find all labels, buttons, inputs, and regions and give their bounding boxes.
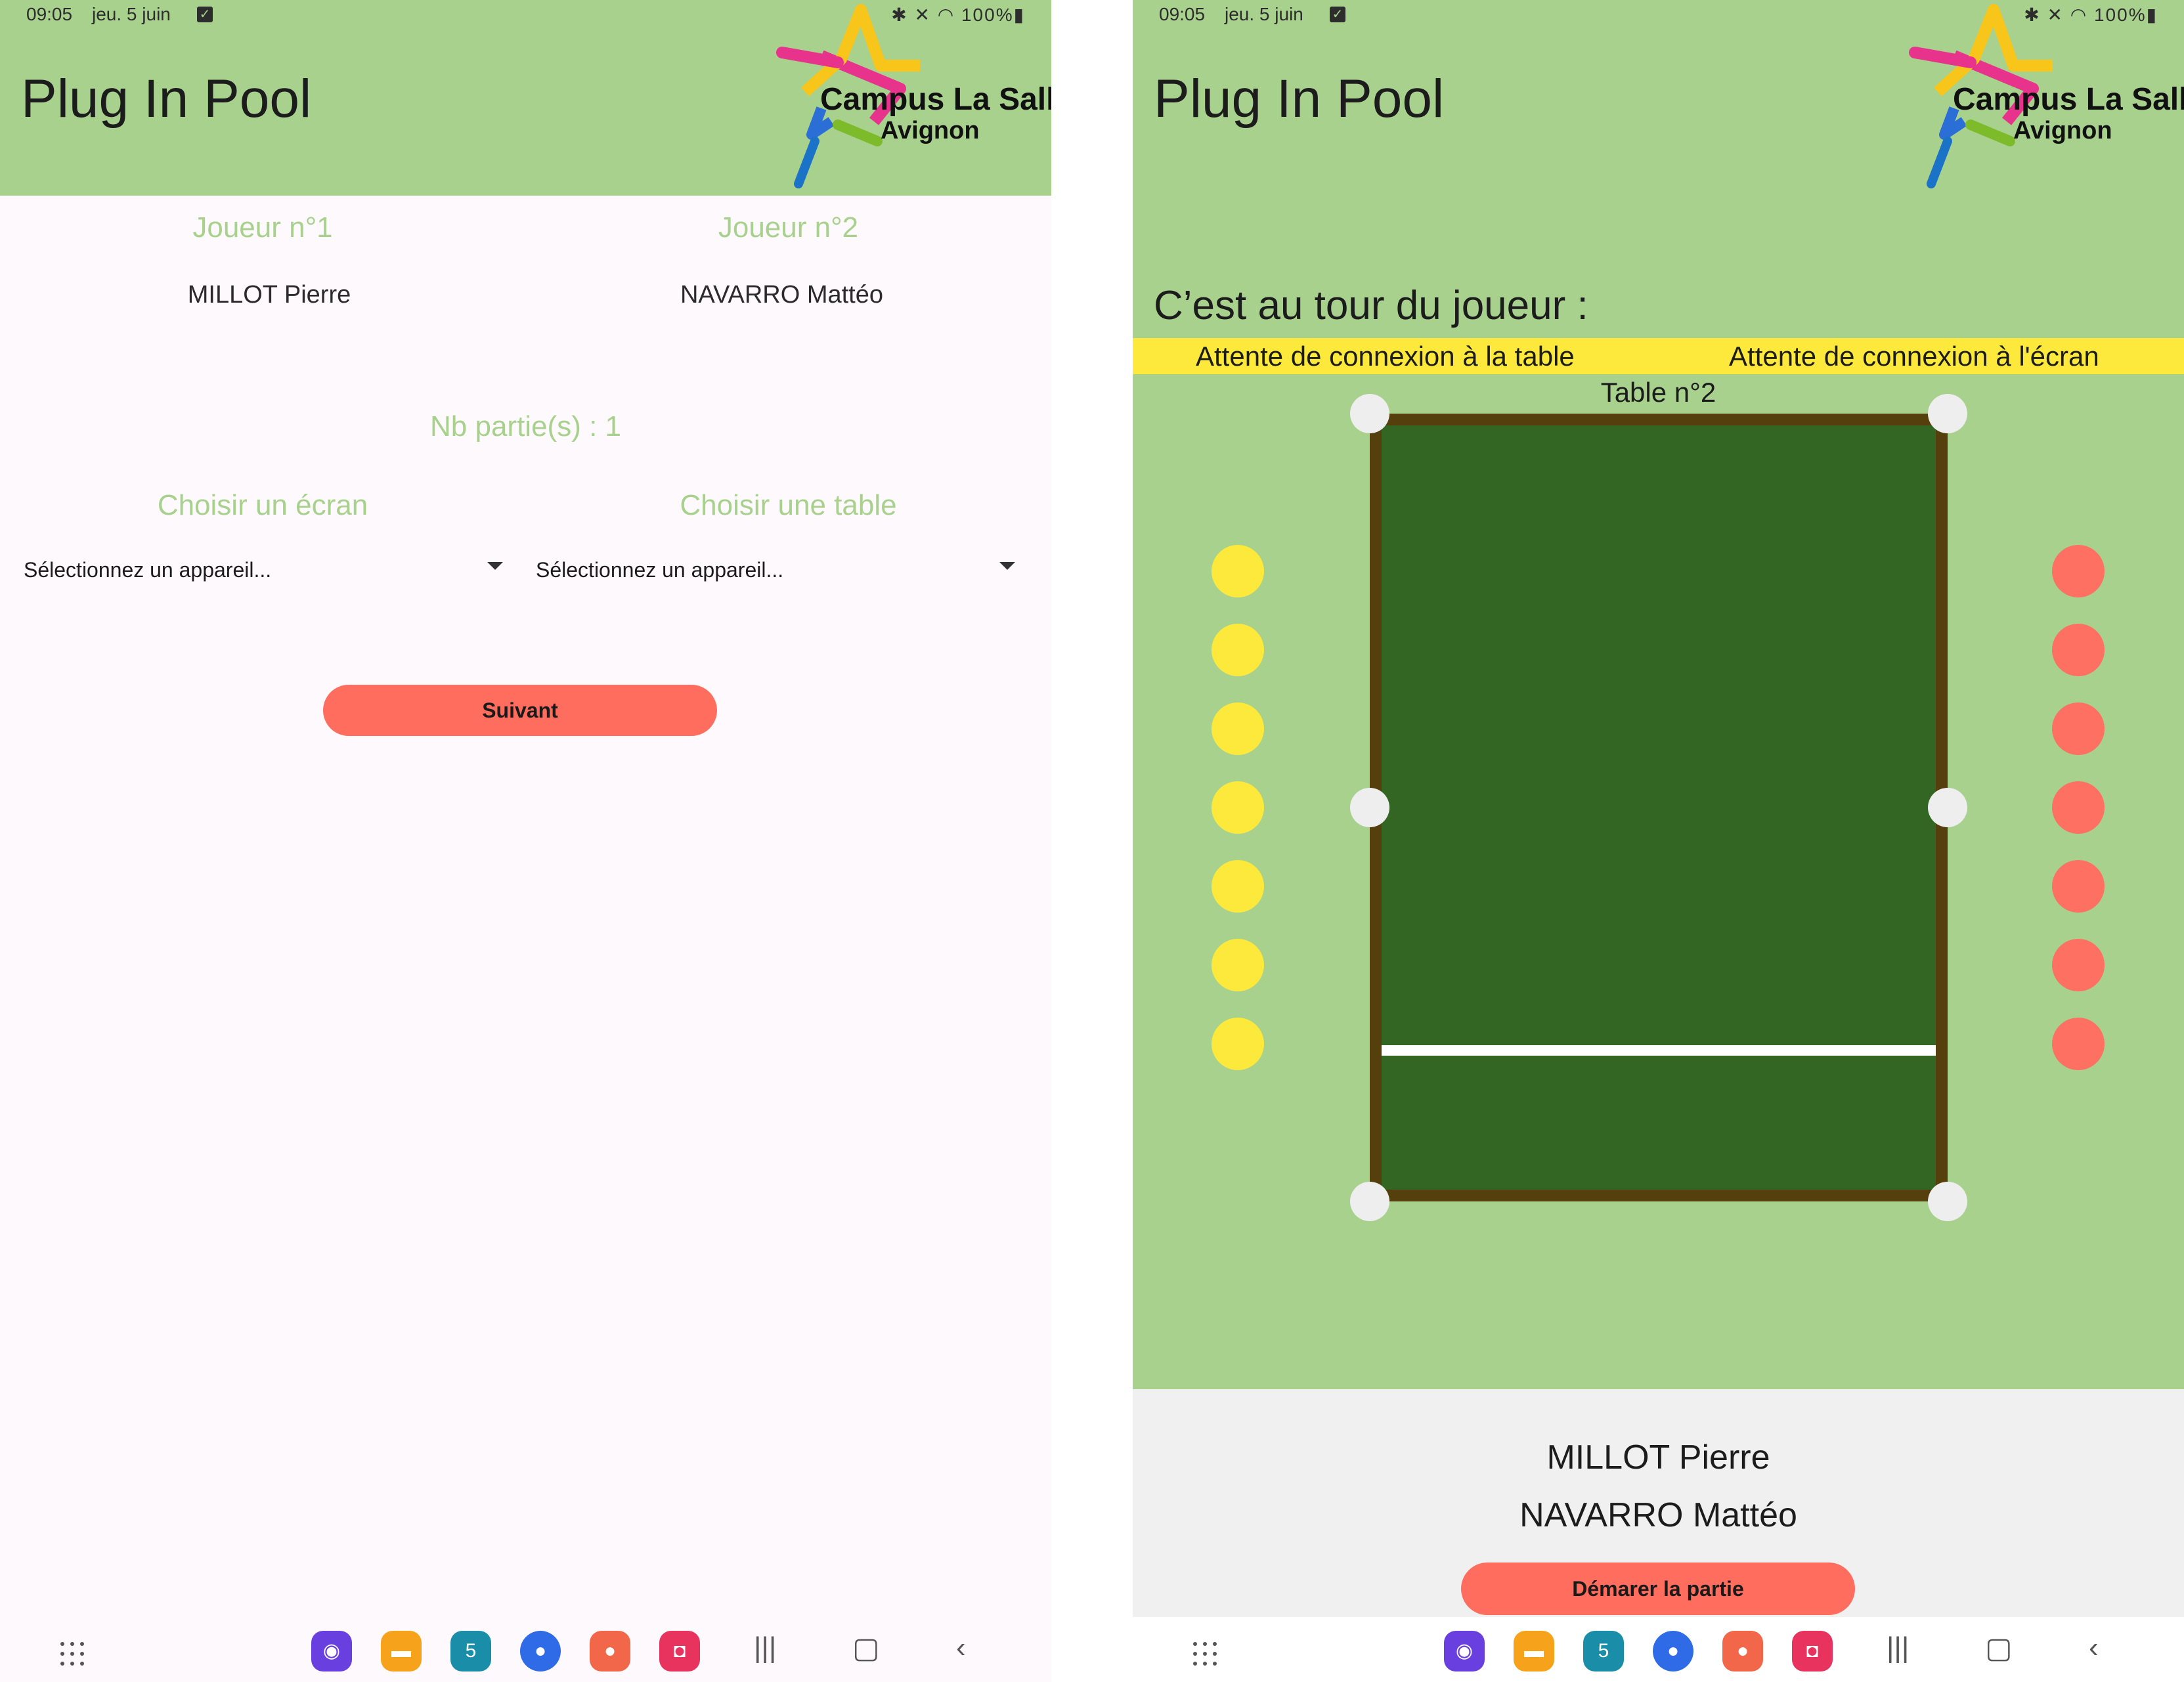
back-button[interactable]: ‹ bbox=[2089, 1631, 2099, 1664]
contacts-icon[interactable]: ● bbox=[590, 1631, 630, 1671]
next-button[interactable]: Suivant bbox=[323, 685, 717, 736]
task-check-icon: ✓ bbox=[1330, 7, 1345, 22]
yellow-ball bbox=[1212, 860, 1264, 913]
files-icon[interactable]: ▬ bbox=[381, 1631, 422, 1671]
app-title: Plug In Pool bbox=[1154, 69, 1445, 129]
yellow-ball bbox=[1212, 545, 1264, 597]
player2-name: NAVARRO Mattéo bbox=[1519, 1496, 1797, 1534]
app-bar: 09:05 jeu. 5 juin ✓ ✱ ✕ ◠ 100%▮ Plug In … bbox=[0, 0, 1051, 196]
logo-campus-text: Campus La Salle bbox=[1953, 82, 2184, 117]
files-icon[interactable]: ▬ bbox=[1514, 1631, 1554, 1671]
red-ball bbox=[2052, 781, 2105, 834]
table-connection-status: Attente de connexion à la table bbox=[1196, 341, 1575, 372]
screen-recorder-icon[interactable]: ◘ bbox=[1792, 1631, 1833, 1671]
pocket-top-left bbox=[1350, 394, 1389, 433]
pocket-middle-right bbox=[1928, 788, 1967, 827]
config-screen: 09:05 jeu. 5 juin ✓ ✱ ✕ ◠ 100%▮ Plug In … bbox=[0, 0, 1051, 1682]
screen-select[interactable]: Sélectionnez un appareil... bbox=[24, 550, 503, 590]
yellow-ball bbox=[1212, 1018, 1264, 1070]
yellow-ball bbox=[1212, 702, 1264, 755]
player1-name: MILLOT Pierre bbox=[1546, 1438, 1770, 1477]
start-game-button[interactable]: Démarer la partie bbox=[1461, 1563, 1855, 1615]
red-ball bbox=[2052, 939, 2105, 991]
status-date: jeu. 5 juin bbox=[1225, 4, 1303, 24]
calendar-icon[interactable]: 5 bbox=[450, 1631, 491, 1671]
status-time: 09:05 bbox=[26, 4, 73, 24]
campus-logo: Campus La Salle Avignon bbox=[723, 0, 1051, 196]
messages-icon[interactable]: ● bbox=[1653, 1631, 1693, 1671]
red-ball bbox=[2052, 545, 2105, 597]
yellow-ball bbox=[1212, 624, 1264, 676]
red-ball bbox=[2052, 1018, 2105, 1070]
pocket-middle-left bbox=[1350, 788, 1389, 827]
pocket-top-right bbox=[1928, 394, 1967, 433]
logo-city-text: Avignon bbox=[881, 117, 980, 144]
screen-header: Choisir un écran bbox=[157, 489, 368, 521]
pool-table bbox=[1350, 394, 1967, 1221]
back-button[interactable]: ‹ bbox=[956, 1631, 966, 1664]
game-screen: 09:05 jeu. 5 juin ✓ ✱ ✕ ◠ 100%▮ Plug In … bbox=[1133, 0, 2184, 1682]
screen-recorder-icon[interactable]: ◘ bbox=[659, 1631, 700, 1671]
screen-select-value: Sélectionnez un appareil... bbox=[24, 558, 272, 582]
dropdown-arrow-icon bbox=[999, 562, 1015, 570]
connection-banner: Attente de connexion à la table Attente … bbox=[1133, 338, 2184, 374]
home-button[interactable]: ▢ bbox=[852, 1631, 880, 1665]
screen-connection-status: Attente de connexion à l'écran bbox=[1729, 341, 2099, 372]
turn-label: C’est au tour du joueur : bbox=[1154, 283, 1588, 328]
table-select[interactable]: Sélectionnez un appareil... bbox=[536, 550, 1015, 590]
table-select-value: Sélectionnez un appareil... bbox=[536, 558, 784, 582]
recents-button[interactable]: ||| bbox=[1887, 1631, 1909, 1664]
red-ball bbox=[2052, 702, 2105, 755]
red-ball bbox=[2052, 624, 2105, 676]
nav-bar: ◉ ▬ 5 ● ● ◘ ||| ▢ ‹ bbox=[1133, 1617, 2184, 1682]
calendar-icon[interactable]: 5 bbox=[1583, 1631, 1624, 1671]
status-date: jeu. 5 juin bbox=[92, 4, 171, 24]
campus-logo: Campus La Salle Avignon bbox=[1856, 0, 2184, 196]
players-panel: MILLOT Pierre NAVARRO Mattéo Démarer la … bbox=[1133, 1389, 2184, 1617]
pocket-bottom-left bbox=[1350, 1182, 1389, 1221]
player1-header: Joueur n°1 bbox=[192, 211, 333, 244]
nav-bar: ◉ ▬ 5 ● ● ◘ ||| ▢ ‹ bbox=[0, 1617, 1051, 1682]
app-drawer-icon[interactable] bbox=[60, 1642, 84, 1666]
head-string-line bbox=[1382, 1045, 1936, 1056]
messages-icon[interactable]: ● bbox=[520, 1631, 561, 1671]
status-time: 09:05 bbox=[1159, 4, 1206, 24]
logo-campus-text: Campus La Salle bbox=[820, 82, 1051, 117]
table-label: Table n°2 bbox=[1600, 377, 1716, 408]
recents-button[interactable]: ||| bbox=[754, 1631, 776, 1664]
task-check-icon: ✓ bbox=[197, 7, 213, 22]
player2-header: Joueur n°2 bbox=[718, 211, 859, 244]
games-count: Nb partie(s) : 1 bbox=[430, 410, 621, 442]
internet-icon[interactable]: ◉ bbox=[1444, 1631, 1485, 1671]
yellow-ball bbox=[1212, 939, 1264, 991]
table-felt bbox=[1382, 425, 1936, 1190]
app-bar: 09:05 jeu. 5 juin ✓ ✱ ✕ ◠ 100%▮ Plug In … bbox=[1133, 0, 2184, 196]
yellow-ball bbox=[1212, 781, 1264, 834]
player1-name: MILLOT Pierre bbox=[187, 281, 351, 309]
home-button[interactable]: ▢ bbox=[1985, 1631, 2013, 1665]
app-drawer-icon[interactable] bbox=[1193, 1642, 1217, 1666]
internet-icon[interactable]: ◉ bbox=[311, 1631, 352, 1671]
table-header: Choisir une table bbox=[680, 489, 897, 521]
contacts-icon[interactable]: ● bbox=[1722, 1631, 1763, 1671]
pocket-bottom-right bbox=[1928, 1182, 1967, 1221]
red-ball bbox=[2052, 860, 2105, 913]
logo-city-text: Avignon bbox=[2013, 117, 2112, 144]
app-title: Plug In Pool bbox=[21, 69, 312, 129]
dropdown-arrow-icon bbox=[487, 562, 503, 570]
player2-name: NAVARRO Mattéo bbox=[680, 281, 883, 309]
